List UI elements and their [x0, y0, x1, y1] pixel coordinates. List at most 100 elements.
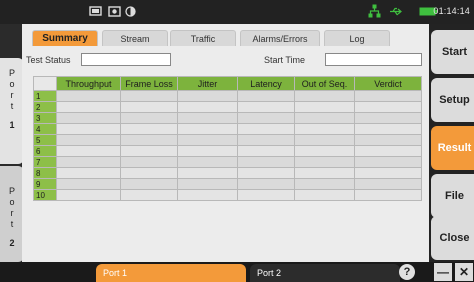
out-of-seq-cell: [294, 90, 355, 102]
jitter-cell: [177, 90, 238, 102]
side-port-1-number: 1: [9, 120, 15, 130]
table-row[interactable]: 4: [33, 123, 422, 135]
verdict-cell: [354, 189, 422, 201]
jitter-cell: [177, 167, 238, 179]
frame-loss-cell: [120, 178, 178, 190]
brightness-icon[interactable]: [125, 6, 136, 17]
table-row[interactable]: 3: [33, 112, 422, 124]
row-index: 8: [33, 167, 57, 179]
latency-cell: [237, 101, 295, 113]
tab-alarms-errors[interactable]: Alarms/Errors: [240, 30, 320, 46]
jitter-cell: [177, 134, 238, 146]
throughput-cell: [56, 134, 121, 146]
display-icon[interactable]: [89, 6, 102, 17]
clock: 01:14:14: [433, 6, 470, 16]
tab-log[interactable]: Log: [324, 30, 390, 46]
table-row[interactable]: 9: [33, 178, 422, 190]
close-button[interactable]: Close: [431, 216, 474, 260]
jitter-cell: [177, 112, 238, 124]
out-of-seq-cell: [294, 189, 355, 201]
setup-button[interactable]: Setup: [431, 78, 474, 122]
latency-cell: [237, 134, 295, 146]
table-row[interactable]: 6: [33, 145, 422, 157]
close-window-icon[interactable]: ✕: [455, 263, 473, 281]
tab-stream[interactable]: Stream: [102, 30, 168, 46]
status-bar: 01:14:14: [0, 0, 474, 24]
network-icon: [368, 4, 381, 18]
action-button-column: Start Setup Result File Close: [429, 24, 474, 262]
table-row[interactable]: 2: [33, 101, 422, 113]
start-button[interactable]: Start: [431, 30, 474, 74]
latency-cell: [237, 178, 295, 190]
table-row[interactable]: 7: [33, 156, 422, 168]
row-index: 1: [33, 90, 57, 102]
side-port-2-letter: o: [9, 197, 15, 207]
column-header-out-of-seq: Out of Seq.: [294, 76, 355, 91]
port-side-strip: P o r t 1 P o r t 2: [0, 24, 24, 262]
frame-loss-cell: [120, 90, 178, 102]
summary-panel: Summary Stream Traffic Alarms/Errors Log…: [22, 24, 429, 262]
throughput-cell: [56, 123, 121, 135]
out-of-seq-cell: [294, 145, 355, 157]
table-header-row: Throughput Frame Loss Jitter Latency Out…: [33, 76, 422, 91]
row-index: 6: [33, 145, 57, 157]
verdict-cell: [354, 90, 422, 102]
result-button[interactable]: Result: [431, 126, 474, 170]
verdict-cell: [354, 178, 422, 190]
side-port-1-letter: t: [10, 101, 14, 111]
table-row[interactable]: 8: [33, 167, 422, 179]
bottom-port-2-tab[interactable]: Port 2: [250, 264, 400, 282]
jitter-cell: [177, 123, 238, 135]
table-row[interactable]: 5: [33, 134, 422, 146]
out-of-seq-cell: [294, 134, 355, 146]
side-port-1-letter: r: [10, 90, 14, 100]
usb-icon: [390, 7, 402, 16]
row-index: 3: [33, 112, 57, 124]
jitter-cell: [177, 189, 238, 201]
row-index: 10: [33, 189, 57, 201]
minimize-icon[interactable]: —: [434, 263, 452, 281]
frame-loss-cell: [120, 101, 178, 113]
out-of-seq-cell: [294, 178, 355, 190]
column-header-latency: Latency: [237, 76, 295, 91]
table-corner-cell: [33, 76, 57, 91]
test-status-field: [81, 53, 171, 66]
side-port-2-letter: r: [10, 208, 14, 218]
file-button[interactable]: File: [431, 174, 474, 218]
throughput-cell: [56, 90, 121, 102]
frame-loss-cell: [120, 134, 178, 146]
column-header-throughput: Throughput: [56, 76, 121, 91]
help-icon[interactable]: ?: [399, 264, 415, 280]
bottom-port-1-tab[interactable]: Port 1: [96, 264, 246, 282]
side-port-2-tab[interactable]: P o r t 2: [0, 166, 24, 262]
verdict-cell: [354, 145, 422, 157]
frame-loss-cell: [120, 189, 178, 201]
start-time-field: [325, 53, 422, 66]
side-port-1-letter: o: [9, 79, 15, 89]
frame-loss-cell: [120, 167, 178, 179]
throughput-cell: [56, 145, 121, 157]
side-port-1-tab[interactable]: P o r t 1: [0, 58, 24, 164]
table-row[interactable]: 10: [33, 189, 422, 201]
column-header-verdict: Verdict: [354, 76, 422, 91]
verdict-cell: [354, 167, 422, 179]
throughput-cell: [56, 178, 121, 190]
side-port-1-letter: P: [8, 68, 15, 78]
frame-loss-cell: [120, 123, 178, 135]
table-row[interactable]: 1: [33, 90, 422, 102]
camera-icon[interactable]: [108, 6, 121, 17]
latency-cell: [237, 90, 295, 102]
side-port-2-number: 2: [9, 238, 15, 248]
frame-loss-cell: [120, 156, 178, 168]
row-index: 4: [33, 123, 57, 135]
table-body: 1 2 3 4 5 6 7 8 9 10: [33, 90, 422, 201]
row-index: 5: [33, 134, 57, 146]
start-time-label: Start Time: [264, 55, 306, 65]
throughput-cell: [56, 189, 121, 201]
jitter-cell: [177, 145, 238, 157]
out-of-seq-cell: [294, 156, 355, 168]
tab-summary[interactable]: Summary: [32, 30, 98, 46]
frame-loss-cell: [120, 145, 178, 157]
tab-traffic[interactable]: Traffic: [170, 30, 236, 46]
throughput-cell: [56, 156, 121, 168]
